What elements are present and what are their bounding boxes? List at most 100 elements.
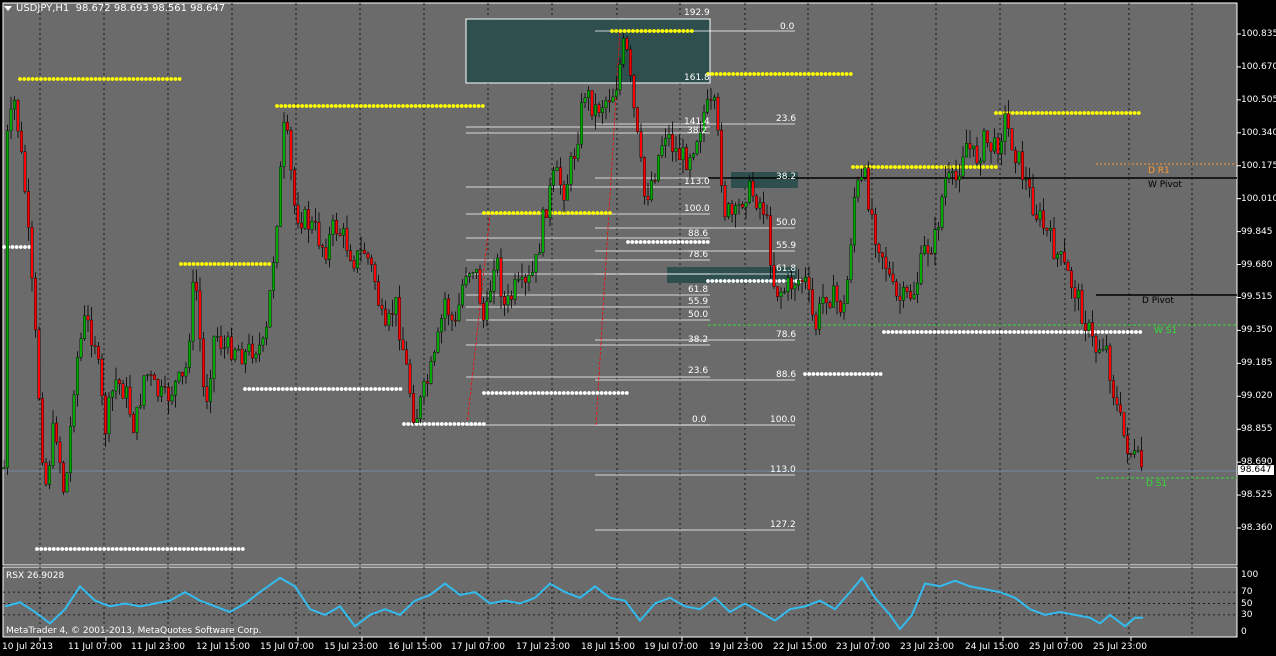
sr-dot [739,72,744,76]
chart-title[interactable]: USDJPY,H1 98.672 98.693 98.561 98.647 [4,3,225,14]
sr-dot [279,104,284,108]
sr-dot [251,387,256,391]
sr-dot [476,104,481,108]
sr-dot [777,72,782,76]
sr-dot [229,262,234,266]
sr-dot [656,29,661,33]
pivot-label-d-pivot: D Pivot [1142,296,1174,306]
sr-dot [1052,111,1057,115]
candle [23,151,27,192]
candle [594,104,597,116]
candle [405,349,408,365]
sr-dot [519,391,524,395]
sr-dot [405,104,410,108]
candle [940,196,944,228]
candle [513,279,517,300]
sr-dot [815,372,820,376]
candle [1014,149,1017,164]
sr-dot [540,391,545,395]
candle [1129,453,1133,455]
candle [398,297,401,341]
candle [905,287,909,292]
rsx-axis-label: 70 [1241,587,1253,598]
candle [408,363,412,394]
sr-dot [27,245,32,249]
sr-dot [480,104,485,108]
candle [660,145,664,156]
candle [1066,262,1070,271]
candle [615,89,618,98]
sr-dot [1061,111,1066,115]
candle [671,134,674,152]
candle [695,141,699,155]
sr-dot [663,240,668,244]
sr-dot [1050,330,1054,334]
candle [832,285,835,308]
candle [1000,140,1003,154]
sr-dot [939,165,944,169]
candle [100,358,104,396]
sr-dot [240,547,245,551]
sr-dot [465,422,469,426]
sr-dot [221,262,225,266]
sr-dot [215,547,220,551]
sr-dot [1065,111,1070,115]
sr-dot [1124,111,1129,115]
sr-dot [312,104,317,108]
sr-dot [444,422,448,426]
sr-dot [599,391,604,395]
candle [2,467,6,469]
candle [471,272,475,274]
sr-dot [402,422,406,426]
sr-dot [297,387,302,391]
sr-dot [472,104,477,108]
candle [401,339,405,351]
sr-dot [81,77,85,81]
sr-dot [528,391,533,395]
sr-dot [123,547,128,551]
candle [1094,336,1098,353]
sr-dot [989,165,994,169]
candle [293,169,296,206]
candle [282,122,286,168]
candle [545,209,548,218]
sr-dot [76,77,81,81]
sr-dot [647,29,652,33]
candle [926,245,930,254]
candle [167,387,170,402]
candle [310,220,314,230]
candle [982,130,986,162]
candle [807,276,811,290]
sr-dot [1079,330,1084,334]
price-axis-label: 98.360 [1241,523,1273,533]
candle [503,296,506,305]
sr-dot [998,111,1003,115]
candle [69,426,72,473]
sr-dot [160,77,165,81]
candle [415,418,419,423]
sr-dot [1136,111,1141,115]
candle [296,205,300,224]
sr-dot [915,330,920,334]
candle [884,256,888,269]
fib-label: 50.0 [776,218,797,228]
candle [335,220,338,234]
sr-dot [377,387,382,391]
sr-dot [1045,330,1050,334]
dropdown-arrow-icon[interactable] [4,5,12,11]
sr-dot [1117,330,1122,334]
sr-dot [1086,111,1091,115]
candle [125,386,128,399]
chart-canvas[interactable] [0,0,1276,656]
sr-dot [893,165,897,169]
candle [825,297,828,303]
candle [870,209,874,215]
price-axis-label: 99.845 [1241,226,1273,237]
sr-dot [781,279,786,283]
candle [237,349,240,351]
candle [552,170,555,186]
candle [779,291,783,297]
candle [706,99,709,113]
sr-dot [55,77,60,81]
sr-dot [237,262,242,266]
